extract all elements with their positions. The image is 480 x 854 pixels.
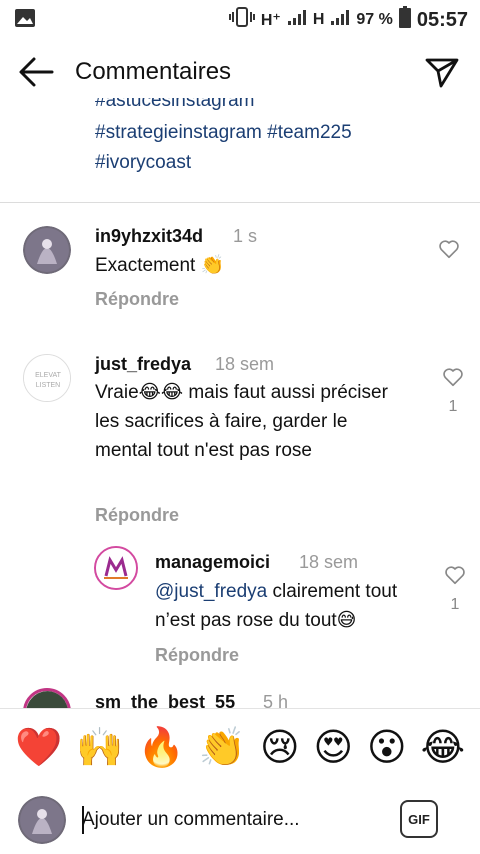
- avatar: [18, 796, 66, 844]
- comment-item: sm_the_best_55 5 h: [0, 0, 480, 708]
- comment-time: 5 h: [263, 692, 289, 708]
- comment-composer: GIF: [0, 786, 480, 854]
- comment-input[interactable]: [82, 804, 372, 836]
- clapping-emoji-button[interactable]: 👏: [199, 729, 246, 767]
- raising-hands-emoji-button[interactable]: 🙌: [76, 729, 123, 767]
- laughing-emoji-button[interactable]: 😂: [421, 729, 465, 767]
- heart-emoji-button[interactable]: ❤️: [15, 729, 62, 767]
- comment-username[interactable]: sm_the_best_55: [95, 692, 235, 708]
- fire-emoji-button[interactable]: 🔥: [137, 729, 184, 767]
- heart-eyes-emoji-button[interactable]: 😍: [314, 729, 354, 767]
- surprised-emoji-button[interactable]: 😮: [367, 729, 407, 767]
- quick-emoji-bar: ❤️ 🙌 🔥 👏 😢 😍 😮 😂: [0, 708, 480, 786]
- crying-emoji-button[interactable]: 😢: [260, 729, 300, 767]
- avatar[interactable]: [23, 688, 71, 708]
- gif-button[interactable]: GIF: [400, 800, 438, 838]
